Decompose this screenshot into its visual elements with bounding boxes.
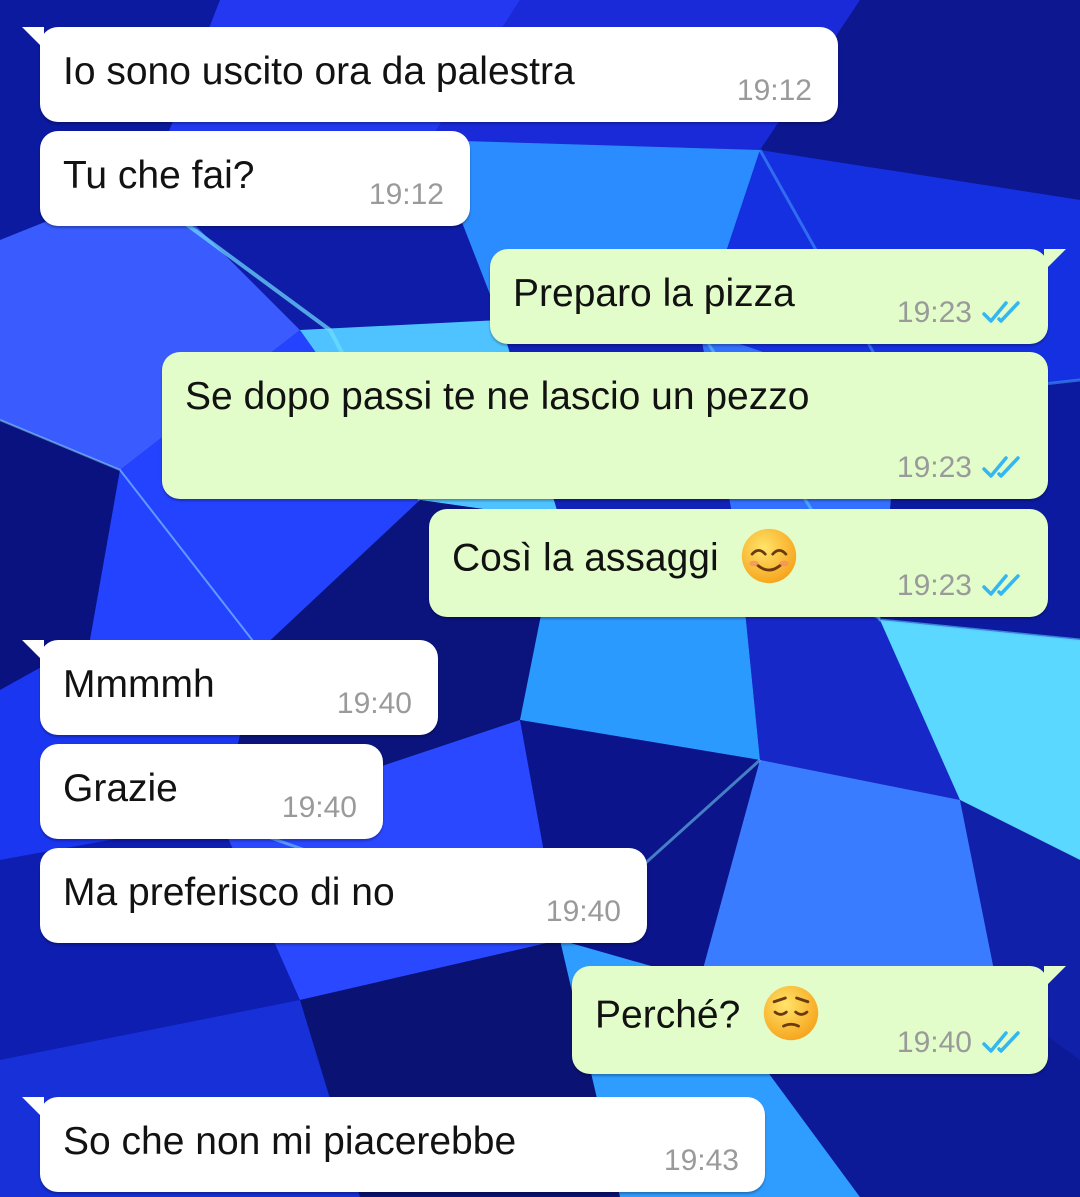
bubble-tail (1044, 966, 1066, 988)
incoming-message[interactable]: Io sono uscito ora da palestra 19:12 (22, 27, 838, 122)
double-check-read-icon (982, 301, 1020, 323)
double-check-read-icon (982, 456, 1020, 478)
incoming-message[interactable]: Ma preferisco di no 19:40 (40, 848, 647, 943)
message-meta: 19:40 (897, 1026, 1026, 1060)
message-meta: 19:40 (337, 687, 412, 721)
message-meta: 19:40 (282, 791, 357, 825)
message-meta: 19:23 (897, 451, 1026, 485)
message-time: 19:12 (368, 178, 444, 211)
message-text: Io sono uscito ora da palestra (63, 50, 575, 93)
smiling-face-icon (742, 528, 797, 584)
incoming-message[interactable]: So che non mi piacerebbe 19:43 (22, 1097, 765, 1192)
message-meta: 19:43 (664, 1144, 739, 1178)
message-text: Perché? (595, 993, 741, 1037)
outgoing-message[interactable]: Se dopo passi te ne lascio un pezzo 19:2… (162, 352, 1048, 499)
message-meta: 19:23 (897, 569, 1026, 603)
incoming-message[interactable]: Tu che fai? 19:12 (40, 131, 470, 226)
message-time: 19:43 (663, 1144, 739, 1177)
double-check-read-icon (982, 1031, 1020, 1053)
message-time: 19:40 (281, 791, 357, 824)
message-meta: 19:23 (897, 296, 1026, 330)
outgoing-message[interactable]: Perché? 19:40 (572, 966, 1066, 1074)
message-time: 19:40 (336, 687, 412, 720)
message-text-row: Perché? (595, 985, 821, 1043)
bubble-tail (22, 640, 44, 662)
bubble-tail (22, 1097, 44, 1119)
message-text: Tu che fai? (63, 154, 255, 197)
message-time: 19:23 (896, 296, 972, 329)
chat-message-list[interactable]: Io sono uscito ora da palestra 19:12 Tu … (0, 0, 1080, 1197)
outgoing-message[interactable]: Preparo la pizza 19:23 (490, 249, 1066, 344)
bubble-tail (1044, 249, 1066, 271)
message-meta: 19:40 (546, 895, 621, 929)
message-text: Così la assaggi (452, 536, 719, 580)
message-text: Preparo la pizza (513, 272, 795, 315)
message-text: Ma preferisco di no (63, 871, 395, 914)
message-time: 19:40 (896, 1026, 972, 1059)
message-time: 19:12 (736, 74, 812, 107)
message-time: 19:40 (545, 895, 621, 928)
incoming-message[interactable]: Mmmmh 19:40 (22, 640, 438, 735)
double-check-read-icon (982, 574, 1020, 596)
outgoing-message[interactable]: Così la assaggi 19:23 (429, 509, 1048, 617)
message-text: Se dopo passi te ne lascio un pezzo (185, 375, 810, 418)
bubble-tail (22, 27, 44, 49)
message-time: 19:23 (896, 451, 972, 484)
message-text: Mmmmh (63, 663, 215, 706)
message-meta: 19:12 (737, 74, 812, 108)
message-text: So che non mi piacerebbe (63, 1120, 517, 1163)
message-meta: 19:12 (369, 178, 444, 212)
message-text-row: Così la assaggi (452, 528, 799, 586)
message-time: 19:23 (896, 569, 972, 602)
message-text: Grazie (63, 767, 178, 810)
pensive-face-icon (763, 985, 819, 1041)
incoming-message[interactable]: Grazie 19:40 (40, 744, 383, 839)
